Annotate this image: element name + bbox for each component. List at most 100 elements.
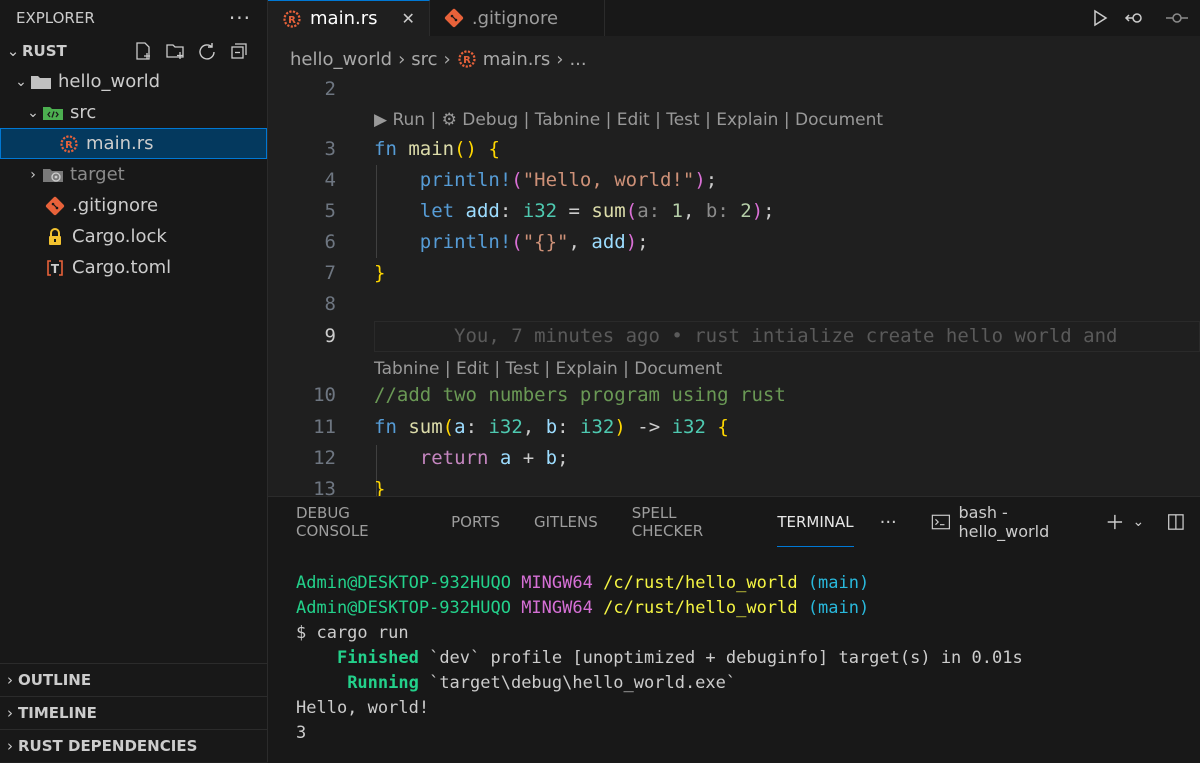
chevron-right-icon: › [30, 166, 36, 183]
string-literal: "Hello, world!" [522, 169, 695, 191]
code-line: 3 fn main() { [268, 134, 1200, 165]
tab-main-rs[interactable]: R main.rs ✕ [268, 0, 430, 36]
terminal-output-line: Hello, world! [296, 698, 430, 718]
tab-gitignore[interactable]: .gitignore [429, 0, 606, 36]
chevron-right-icon: › [7, 704, 13, 722]
string-literal: "{}" [522, 231, 569, 253]
git-file-icon [44, 196, 66, 216]
chevron-down-icon[interactable]: ⌄ [1133, 514, 1145, 530]
code-line: 5 let add: i32 = sum(a: 1, b: 2); [268, 196, 1200, 227]
more-actions-icon[interactable]: ··· [229, 6, 251, 30]
src-folder-icon [42, 103, 64, 123]
line-number: 12 [313, 447, 336, 469]
tree-folder-hello-world[interactable]: ⌄ hello_world [0, 66, 267, 97]
more-tabs-icon[interactable]: ··· [880, 497, 897, 547]
tab-debug-console[interactable]: DEBUG CONSOLE [296, 497, 417, 547]
editor-area: R main.rs ✕ .gitignore hello_world › src… [268, 0, 1200, 763]
line-number: 3 [324, 138, 336, 160]
breadcrumb-item[interactable]: main.rs [483, 49, 550, 70]
chevron-right-icon: › [398, 48, 406, 70]
section-outline[interactable]: › OUTLINE [0, 663, 267, 696]
terminal-output[interactable]: Admin@DESKTOP-932HUQO MINGW64 /c/rust/he… [296, 571, 1023, 746]
tree-file-cargo-toml[interactable]: T Cargo.toml [0, 252, 267, 283]
code-line: 13} [268, 474, 1200, 496]
run-icon[interactable] [1090, 8, 1110, 28]
breadcrumb-item[interactable]: hello_world [290, 49, 392, 70]
svg-text:R: R [65, 140, 73, 151]
tab-bar: R main.rs ✕ .gitignore [268, 0, 1200, 36]
code-line: 11 fn sum(a: i32, b: i32) -> i32 { [268, 412, 1200, 443]
tree-file-gitignore[interactable]: .gitignore [0, 190, 267, 221]
tree-file-main-rs[interactable]: R main.rs [0, 128, 267, 159]
tree-folder-target[interactable]: › target [0, 159, 267, 190]
section-title: TIMELINE [18, 704, 97, 722]
tree-file-cargo-lock[interactable]: Cargo.lock [0, 221, 267, 252]
line-number: 8 [324, 293, 336, 315]
code-line: 2 [268, 74, 1200, 105]
collapse-all-icon[interactable] [229, 41, 249, 61]
tree-label: hello_world [58, 71, 161, 92]
codelens-main[interactable]: ▶ Run | ⚙ Debug | Tabnine | Edit | Test … [374, 105, 883, 136]
code-line: 6 println!("{}", add); [268, 227, 1200, 258]
chevron-down-icon: ⌄ [27, 104, 39, 121]
git-compare-icon[interactable] [1124, 8, 1150, 28]
tab-spell-checker[interactable]: SPELL CHECKER [632, 497, 744, 547]
terminal-output-line: 3 [296, 723, 307, 743]
chevron-right-icon: › [443, 48, 451, 70]
tab-label: .gitignore [471, 7, 559, 29]
tree-label: target [70, 164, 125, 185]
code-line: 10 //add two numbers program using rust [268, 380, 1200, 411]
line-number: 10 [313, 384, 336, 406]
bottom-panel: DEBUG CONSOLE PORTS GITLENS SPELL CHECKE… [268, 496, 1200, 763]
tree-label: Cargo.lock [72, 226, 167, 247]
section-title: OUTLINE [18, 671, 92, 689]
tab-gitlens[interactable]: GITLENS [534, 497, 598, 547]
svg-text:R: R [463, 55, 471, 66]
code-line-current: 9 You, 7 minutes ago • rust intialize cre… [268, 321, 1200, 352]
sidebar-bottom-sections: › OUTLINE › TIMELINE › RUST DEPENDENCIES [0, 663, 267, 762]
explorer-header: EXPLORER ··· [0, 0, 267, 36]
rust-file-icon: R [282, 9, 302, 29]
terminal-prompt-line: Admin@DESKTOP-932HUQO MINGW64 /c/rust/he… [296, 573, 870, 593]
code-line: 4 println!("Hello, world!"); [268, 165, 1200, 196]
section-rust-dependencies[interactable]: › RUST DEPENDENCIES [0, 729, 267, 762]
panel-tab-bar: DEBUG CONSOLE PORTS GITLENS SPELL CHECKE… [268, 497, 1200, 547]
section-rust[interactable]: ⌄ RUST [0, 36, 267, 66]
tab-terminal[interactable]: TERMINAL [777, 497, 854, 547]
line-number: 2 [324, 78, 336, 100]
code-line: 12 return a + b; [268, 443, 1200, 474]
git-blame-annotation: You, 7 minutes ago • rust intialize crea… [454, 325, 1118, 347]
code-editor[interactable]: 2 ▶ Run | ⚙ Debug | Tabnine | Edit | Tes… [268, 72, 1200, 496]
tab-ports[interactable]: PORTS [451, 497, 500, 547]
new-folder-icon[interactable] [165, 41, 185, 61]
explorer-title: EXPLORER [16, 9, 95, 27]
close-icon[interactable]: ✕ [401, 9, 414, 28]
line-number: 5 [324, 200, 336, 222]
add-terminal-icon[interactable] [1105, 511, 1125, 533]
terminal-icon [931, 514, 950, 530]
section-title: RUST [22, 42, 67, 60]
breadcrumb-item[interactable]: src [411, 49, 437, 70]
refresh-icon[interactable] [197, 41, 217, 61]
editor-actions [1090, 0, 1200, 36]
target-folder-icon [42, 165, 64, 185]
split-terminal-icon[interactable] [1166, 511, 1186, 533]
explorer-sidebar: EXPLORER ··· ⌄ RUST ⌄ hello_world ⌄ src … [0, 0, 268, 762]
rust-file-icon: R [58, 134, 80, 154]
terminal-shell-name[interactable]: bash - hello_world [959, 503, 1089, 541]
new-file-icon[interactable] [133, 41, 153, 61]
tree-label: Cargo.toml [72, 257, 172, 278]
line-number: 7 [324, 262, 336, 284]
tree-label: src [70, 102, 97, 123]
terminal-prompt-line: Admin@DESKTOP-932HUQO MINGW64 /c/rust/he… [296, 598, 870, 618]
tree-folder-src[interactable]: ⌄ src [0, 97, 267, 128]
tree-label: main.rs [86, 133, 154, 154]
line-number: 4 [324, 169, 336, 191]
tab-label: main.rs [310, 8, 378, 29]
line-number: 6 [324, 231, 336, 253]
line-number: 13 [313, 478, 336, 496]
section-timeline[interactable]: › TIMELINE [0, 696, 267, 729]
breadcrumb-item[interactable]: ... [569, 49, 586, 70]
code-line: 7} [268, 258, 1200, 289]
git-commit-icon[interactable] [1164, 8, 1190, 28]
